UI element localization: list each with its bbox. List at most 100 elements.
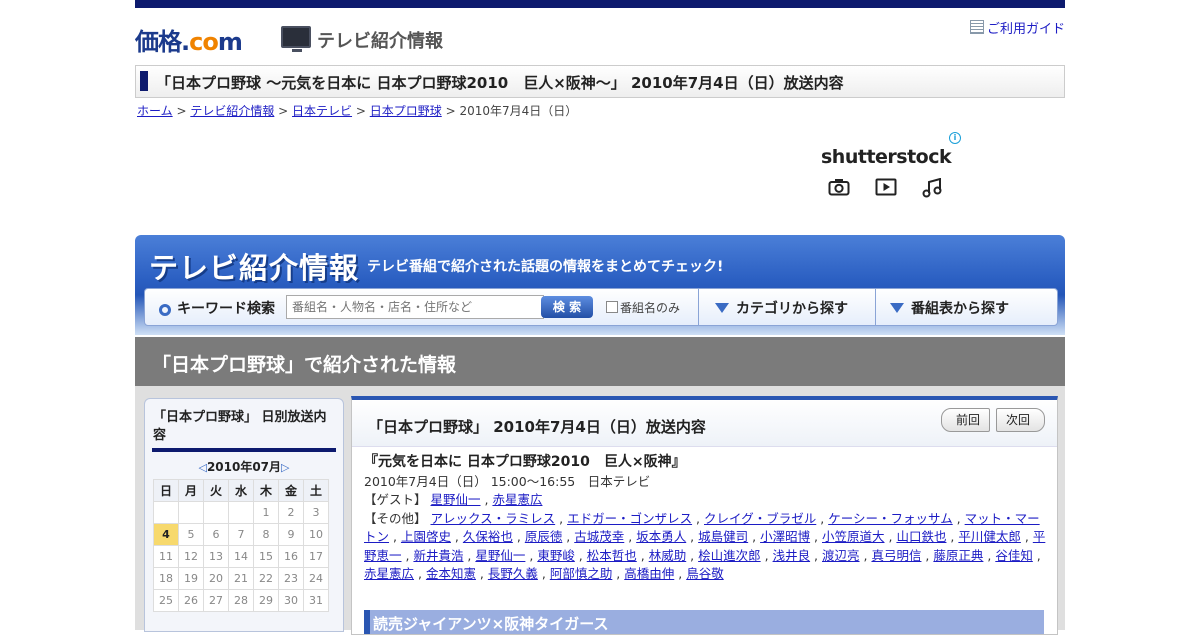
name-separator: , [692, 510, 704, 526]
name-separator: , [537, 566, 550, 581]
logo-main-text: 価格 [135, 28, 182, 56]
program-info-title: 「日本プロ野球」で紹介された情報 [152, 354, 457, 376]
person-link[interactable]: 阿部慎之助 [550, 566, 613, 581]
ad-icons [828, 177, 943, 203]
camera-icon [828, 178, 850, 203]
breadcrumb-program[interactable]: 日本プロ野球 [370, 104, 442, 118]
name-separator: , [401, 547, 414, 563]
schedule-nav[interactable]: 番組表から探す [890, 298, 1009, 318]
name-separator: , [562, 529, 575, 544]
name-separator: , [810, 529, 822, 544]
name-separator: , [636, 547, 649, 563]
calendar-week: 4 5 6 7 8 9 10 [153, 523, 329, 546]
checkbox-box[interactable] [606, 301, 618, 313]
banner-title[interactable]: テレビ紹介情報 [149, 245, 359, 287]
person-link[interactable]: 赤星憲広 [364, 566, 414, 581]
guide-link[interactable]: ご利用ガイド [969, 18, 1065, 37]
program-only-checkbox[interactable]: 番組名のみ [606, 299, 680, 316]
next-month-icon[interactable]: ▷ [281, 461, 289, 474]
person-link[interactable]: 久保裕也 [463, 529, 513, 544]
name-separator: , [686, 529, 699, 544]
breadcrumb-home[interactable]: ホーム [137, 104, 173, 118]
person-link[interactable]: 渡辺亮 [822, 548, 860, 563]
day-cell: 30 [278, 589, 304, 612]
others-row: 【その他】 アレックス・ラミレス , エドガー・ゴンザレス , クレイグ・ブラゼ… [364, 510, 1046, 584]
person-link[interactable]: ケーシー・フォッサム [828, 511, 953, 526]
day-cell [178, 501, 204, 524]
person-link[interactable]: 星野仙一 [431, 492, 481, 507]
person-link[interactable]: 金本知憲 [426, 566, 476, 581]
breadcrumb-sep: > [172, 104, 191, 118]
ad-brand[interactable]: shutterstock [821, 146, 952, 168]
person-link[interactable]: 原辰徳 [525, 529, 563, 544]
day-cell: 23 [278, 567, 304, 590]
person-link[interactable]: エドガー・ゴンザレス [567, 511, 692, 526]
logo-m: m [217, 28, 243, 56]
next-episode-button[interactable]: 次回 [995, 408, 1045, 432]
name-separator: , [450, 529, 463, 544]
section-title[interactable]: テレビ紹介情報 [317, 27, 443, 53]
day-cell: 16 [278, 545, 304, 568]
category-nav[interactable]: カテゴリから探す [715, 298, 848, 318]
prev-episode-button[interactable]: 前回 [940, 408, 990, 432]
person-link[interactable]: 小澤昭博 [760, 529, 810, 544]
prev-month-icon[interactable]: ◁ [198, 461, 206, 474]
person-link[interactable]: 鳥谷敬 [686, 566, 724, 581]
divider [875, 289, 876, 325]
others-list: アレックス・ラミレス , エドガー・ゴンザレス , クレイグ・ブラゼル , ケー… [364, 511, 1045, 582]
logo-co: co [189, 28, 219, 56]
broadcast-content-panel: 「日本プロ野球」 2010年7月4日（日）放送内容 前回 次回 『元気を日本に … [351, 396, 1058, 635]
person-link[interactable]: 城島健司 [698, 529, 748, 544]
day-cell: 19 [178, 567, 204, 590]
person-link[interactable]: 上園啓史 [401, 529, 451, 544]
person-link[interactable]: 真弓明信 [871, 548, 921, 563]
search-input[interactable] [286, 295, 544, 319]
person-link[interactable]: アレックス・ラミレス [431, 511, 556, 526]
person-link[interactable]: 谷佳知 [995, 548, 1033, 563]
breadcrumb-tv-info[interactable]: テレビ紹介情報 [190, 104, 274, 118]
name-separator: , [555, 510, 568, 526]
name-separator: , [512, 529, 525, 544]
person-link[interactable]: 林威助 [649, 548, 687, 563]
day-cell-active[interactable]: 4 [153, 523, 179, 546]
day-cell: 22 [253, 567, 279, 590]
day-cell: 9 [278, 523, 304, 546]
person-link[interactable]: 桧山進次郎 [698, 548, 761, 563]
search-button[interactable]: 検 索 [541, 296, 593, 318]
person-link[interactable]: 赤星憲広 [492, 492, 542, 507]
breadcrumb-sep: > [352, 104, 370, 118]
broadcast-header: 「日本プロ野球」 2010年7月4日（日）放送内容 前回 次回 [352, 400, 1057, 447]
weekday-cell: 水 [228, 479, 254, 502]
ad-info-icon[interactable]: i [949, 132, 961, 144]
day-cell: 27 [203, 589, 229, 612]
person-link[interactable]: 山口鉄也 [896, 529, 946, 544]
person-link[interactable]: 小笠原道大 [822, 529, 885, 544]
program-title: 『元気を日本に 日本プロ野球2010 巨人×阪神』 [364, 454, 686, 470]
person-link[interactable]: 坂本勇人 [636, 529, 686, 544]
category-nav-label: カテゴリから探す [736, 301, 848, 317]
calendar-week: 11 12 13 14 15 16 17 [153, 545, 329, 568]
person-link[interactable]: 高橋由伸 [624, 566, 674, 581]
guest-label: 【ゲスト】 [364, 492, 427, 507]
person-link[interactable]: 長野久義 [488, 566, 538, 581]
weekday-cell: 日 [153, 479, 179, 502]
person-link[interactable]: 東野峻 [537, 548, 575, 563]
person-link[interactable]: 星野仙一 [475, 548, 525, 563]
weekday-cell: 金 [278, 479, 304, 502]
person-link[interactable]: 平川健太郎 [958, 529, 1021, 544]
breadcrumb-channel[interactable]: 日本テレビ [292, 104, 352, 118]
person-link[interactable]: 浅井良 [773, 548, 811, 563]
section-heading-text: 読売ジャイアンツ×阪神タイガース [373, 615, 609, 633]
person-link[interactable]: クレイグ・ブラゼル [704, 511, 816, 526]
logo-dot: . [181, 28, 190, 56]
name-separator: , [810, 547, 822, 563]
others-label: 【その他】 [364, 510, 427, 526]
calendar-week: 1 2 3 [153, 501, 329, 524]
advertisement[interactable]: i shutterstock [818, 130, 968, 210]
calendar-grid: 日 月 火 水 木 金 土 1 2 3 4 5 6 7 8 9 10 11 12… [153, 479, 329, 612]
kakaku-logo[interactable]: 価格.com [135, 22, 243, 57]
person-link[interactable]: 松本哲也 [587, 548, 637, 563]
person-link[interactable]: 古城茂幸 [574, 529, 624, 544]
person-link[interactable]: 新井貴浩 [413, 548, 463, 563]
person-link[interactable]: 藤原正典 [933, 548, 983, 563]
